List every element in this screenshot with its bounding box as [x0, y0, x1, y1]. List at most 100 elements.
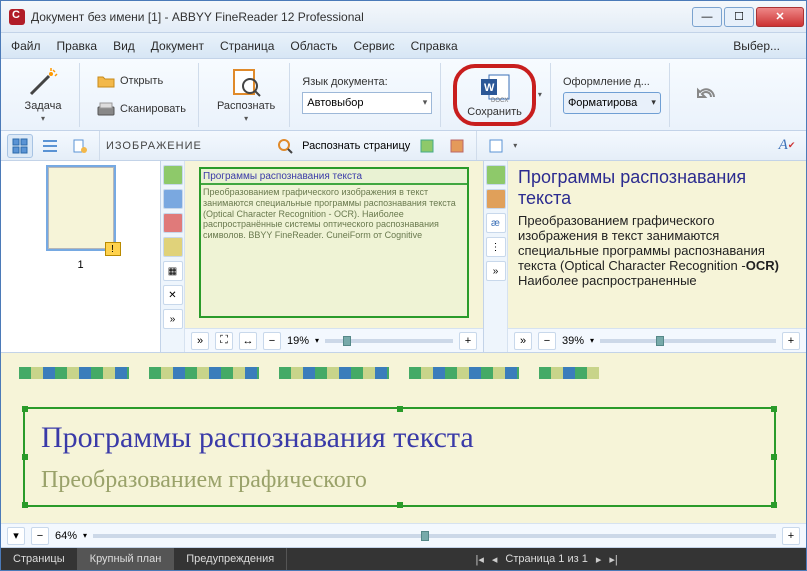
tool-area-red[interactable] — [163, 213, 183, 233]
tool-area-blue[interactable] — [163, 189, 183, 209]
tool-area-green[interactable] — [163, 165, 183, 185]
ttool-1[interactable] — [486, 165, 506, 185]
preview-heading: Программы распознавания текста — [201, 169, 467, 185]
task-label: Задача — [25, 100, 62, 112]
task-button[interactable]: Задача ▾ — [15, 64, 71, 125]
text-expand-button[interactable]: » — [514, 332, 532, 350]
minimize-button[interactable]: — — [692, 7, 722, 27]
pages-panel: ! 1 — [1, 161, 161, 352]
undo-icon — [694, 79, 726, 111]
image-fitwidth-button[interactable]: ↔ — [239, 332, 257, 350]
image-zoom-in[interactable]: + — [459, 332, 477, 350]
svg-text:W: W — [484, 82, 495, 94]
text-panel: æ ⋮ » Программы распознавания текста Пре… — [484, 161, 806, 352]
page-last-button[interactable]: ▸| — [609, 553, 617, 566]
titlebar: Документ без имени [1] - ABBYY FineReade… — [1, 1, 806, 33]
image-zoom-out[interactable]: − — [263, 332, 281, 350]
menu-help[interactable]: Справка — [411, 39, 458, 53]
status-warnings-tab[interactable]: Предупреждения — [174, 548, 287, 570]
word-docx-icon: WDOCX — [479, 72, 511, 104]
text-zoom-in[interactable]: + — [782, 332, 800, 350]
closeup-opts-button[interactable]: ▾ — [7, 527, 25, 545]
tool-table[interactable]: ▦ — [163, 261, 183, 281]
image-fit-button[interactable]: ⛶ — [215, 332, 233, 350]
status-closeup-tab[interactable]: Крупный план — [78, 548, 175, 570]
preview-body: Преобразованием графического изображения… — [201, 185, 467, 243]
image-panel-title: ИЗОБРАЖЕНИЕ — [106, 140, 202, 152]
text-tool-1[interactable] — [483, 134, 509, 158]
ttool-4[interactable]: ⋮ — [486, 237, 506, 257]
page-next-button[interactable]: ▸ — [596, 553, 602, 566]
text-zoom-out[interactable]: − — [538, 332, 556, 350]
page-info: Страница 1 из 1 — [505, 553, 587, 565]
menu-picker[interactable]: Выбер... — [733, 39, 780, 53]
language-value: Автовыбор — [307, 97, 363, 109]
image-canvas[interactable]: Программы распознавания текста Преобразо… — [185, 161, 483, 328]
recognize-page-button[interactable] — [272, 134, 298, 158]
image-expand-button[interactable]: » — [191, 332, 209, 350]
closeup-panel: Программы распознавания текста Преобразо… — [1, 353, 806, 548]
recognize-icon — [230, 66, 262, 98]
format-value: Форматирова — [568, 97, 637, 109]
menu-view[interactable]: Вид — [113, 39, 135, 53]
ribbon: Задача ▾ Открыть Сканировать Распознать … — [1, 59, 806, 131]
image-side-toolbar: ▦ ✕ » — [161, 161, 185, 352]
menu-edit[interactable]: Правка — [57, 39, 98, 53]
tool-delete[interactable]: ✕ — [163, 285, 183, 305]
view-list-button[interactable] — [37, 134, 63, 158]
maximize-button[interactable]: ☐ — [724, 7, 754, 27]
ttool-3[interactable]: æ — [486, 213, 506, 233]
menu-area[interactable]: Область — [290, 39, 337, 53]
save-dropdown[interactable]: ▾ — [538, 90, 542, 99]
language-select[interactable]: Автовыбор — [302, 92, 432, 114]
closeup-canvas[interactable]: Программы распознавания текста Преобразо… — [1, 353, 806, 523]
image-tool-2[interactable] — [444, 134, 470, 158]
closeup-zoom-in[interactable]: + — [782, 527, 800, 545]
image-tool-1[interactable] — [414, 134, 440, 158]
format-select[interactable]: Форматирова — [563, 92, 661, 114]
text-zoom-bar: » − 39%▾ + — [508, 328, 806, 352]
closeup-zoom-out[interactable]: − — [31, 527, 49, 545]
view-settings-button[interactable] — [67, 134, 93, 158]
recognize-button[interactable]: Распознать ▾ — [211, 64, 281, 125]
text-style-button[interactable]: A✔ — [774, 134, 800, 158]
thumbnail-number: 1 — [77, 259, 83, 271]
folder-open-icon — [96, 71, 116, 91]
wand-icon — [27, 66, 59, 98]
scan-button[interactable]: Сканировать — [92, 97, 190, 121]
recognize-page-label: Распознать страницу — [302, 140, 410, 152]
status-pages-tab[interactable]: Страницы — [1, 548, 78, 570]
menu-tools[interactable]: Сервис — [354, 39, 395, 53]
page-prev-button[interactable]: ◂ — [492, 553, 498, 566]
page-first-button[interactable]: |◂ — [475, 553, 483, 566]
menu-document[interactable]: Документ — [151, 39, 204, 53]
closeup-zoom-bar: ▾ − 64%▾ + — [1, 523, 806, 547]
statusbar: Страницы Крупный план Предупреждения |◂ … — [1, 548, 806, 570]
ttool-2[interactable] — [486, 189, 506, 209]
open-button[interactable]: Открыть — [92, 69, 190, 93]
closeup-zoom-value: 64% — [55, 530, 77, 542]
ttool-more[interactable]: » — [486, 261, 506, 281]
tool-more[interactable]: » — [163, 309, 183, 329]
text-zoom-value: 39% — [562, 335, 584, 347]
image-panel: ▦ ✕ » Программы распознавания текста Пре… — [161, 161, 484, 352]
text-body: Преобразованием графического изображения… — [518, 213, 765, 273]
undo-button[interactable] — [682, 77, 738, 113]
image-zoom-bar: » ⛶ ↔ − 19%▾ + — [185, 328, 483, 352]
scanner-icon — [96, 99, 116, 119]
close-button[interactable]: ✕ — [756, 7, 804, 27]
text-ocr: OCR — [746, 258, 775, 273]
save-button[interactable]: WDOCX Сохранить — [461, 70, 528, 120]
menu-file[interactable]: Файл — [11, 39, 41, 53]
text-canvas[interactable]: Программы распознавания текста Преобразо… — [508, 161, 806, 328]
closeup-heading: Программы распознавания текста — [25, 409, 774, 467]
design-label: Оформление д... — [563, 76, 661, 88]
window-title: Документ без имени [1] - ABBYY FineReade… — [31, 10, 692, 24]
save-label: Сохранить — [467, 106, 522, 118]
image-zoom-value: 19% — [287, 335, 309, 347]
page-thumbnail[interactable]: ! — [48, 167, 114, 249]
view-thumbnails-button[interactable] — [7, 134, 33, 158]
tool-area-yellow[interactable] — [163, 237, 183, 257]
menu-page[interactable]: Страница — [220, 39, 274, 53]
text-heading: Программы распознавания текста — [518, 167, 796, 209]
